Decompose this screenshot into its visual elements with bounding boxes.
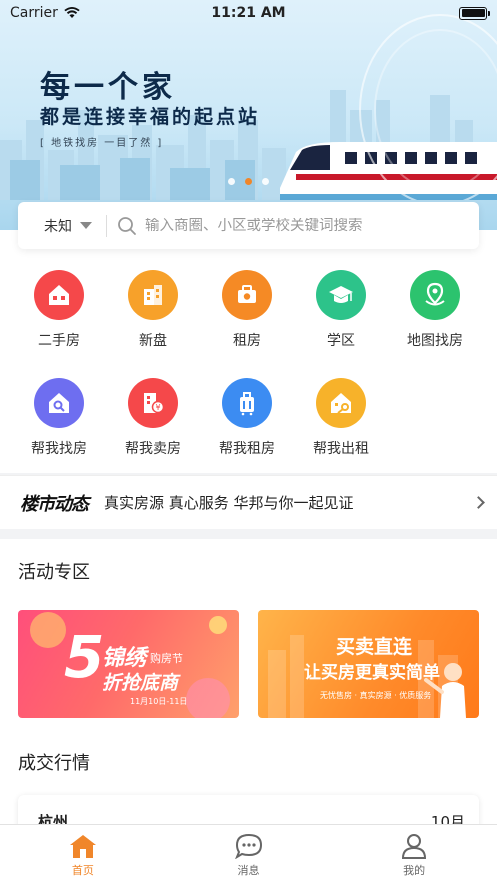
grid-label: 租房 — [233, 333, 261, 349]
tab-home[interactable]: 首页 — [0, 825, 166, 883]
carousel-dot-active[interactable] — [245, 178, 252, 185]
divider — [106, 214, 107, 237]
carousel-dot[interactable] — [228, 178, 235, 185]
city-label: 未知 — [44, 218, 72, 235]
hero-banner[interactable]: 每一个家 都是连接幸福的起点站 [ 地铁找房 一目了然 ] — [0, 0, 497, 230]
user-icon — [402, 834, 427, 859]
building-yen-icon: ¥ — [128, 378, 178, 428]
grid-label: 学区 — [327, 333, 355, 349]
grid-label: 新盘 — [139, 333, 167, 349]
light-ring-decoration — [359, 14, 497, 200]
grid-label: 帮我出租 — [313, 441, 369, 457]
city-selector[interactable]: 未知 — [44, 216, 92, 236]
grid-item-rent[interactable]: 租房 — [200, 270, 294, 350]
grid-item-help-rent[interactable]: 帮我租房 — [200, 378, 294, 458]
search-bar[interactable]: 未知 — [18, 202, 479, 249]
message-icon — [234, 833, 262, 859]
svg-text:¥: ¥ — [155, 403, 160, 412]
home-icon — [69, 835, 96, 858]
promo-features: 无忧售房 · 真实房源 · 优质服务 — [320, 691, 432, 700]
banner-title: 每一个家 — [40, 70, 176, 105]
promo-title: 买卖直连 — [336, 636, 413, 658]
tab-bar: 首页 消息 我的 — [0, 824, 497, 883]
suitcase-icon — [222, 270, 272, 320]
search-icon — [118, 216, 136, 235]
grid-item-school-district[interactable]: 学区 — [294, 270, 388, 350]
activity-section: 活动专区 5 锦绣 购房节 折抢底商 11月10日-11日 买卖直连 让买房更真… — [0, 539, 497, 824]
promo-banner-direct-sale[interactable]: 买卖直连 让买房更真实简单 无忧售房 · 真实房源 · 优质服务 — [258, 610, 479, 718]
market-news-bar[interactable]: 楼市动态 真实房源 真心服务 华邦与你一起见证 — [0, 475, 497, 529]
grid-item-help-sell[interactable]: ¥ 帮我卖房 — [106, 378, 200, 458]
grid-label: 帮我租房 — [219, 441, 275, 457]
status-time: 11:21 AM — [211, 5, 286, 21]
tab-label: 消息 — [237, 864, 260, 877]
banner-tagline: [ 地铁找房 一目了然 ] — [40, 138, 164, 149]
news-logo: 楼市动态 — [20, 493, 89, 515]
tab-profile[interactable]: 我的 — [331, 825, 497, 883]
activity-title: 活动专区 — [18, 562, 90, 583]
building-icon — [128, 270, 178, 320]
luggage-icon — [222, 378, 272, 428]
service-grid: 二手房 新盘 租房 学区 地图找房 帮我找房 ¥ 帮我卖房 帮我租房 帮我出租 — [0, 270, 497, 458]
promo-banner-shopping-festival[interactable]: 5 锦绣 购房节 折抢底商 11月10日-11日 — [18, 610, 239, 718]
grid-item-help-lease[interactable]: 帮我出租 — [294, 378, 388, 458]
battery-icon — [459, 6, 490, 20]
grid-label: 帮我卖房 — [125, 441, 181, 457]
deals-title: 成交行情 — [18, 753, 90, 774]
house-search-icon — [34, 378, 84, 428]
grid-item-second-hand[interactable]: 二手房 — [12, 270, 106, 350]
graduation-cap-icon — [316, 270, 366, 320]
grid-label: 地图找房 — [407, 333, 463, 349]
tab-messages[interactable]: 消息 — [166, 825, 332, 883]
house-icon — [34, 270, 84, 320]
tab-label: 我的 — [403, 864, 426, 877]
promo-discount: 折抢底商 — [102, 672, 179, 694]
grid-label: 帮我找房 — [31, 441, 87, 457]
grid-item-new-homes[interactable]: 新盘 — [106, 270, 200, 350]
carousel-dot[interactable] — [262, 178, 269, 185]
carousel-indicator[interactable] — [0, 178, 497, 185]
promo-date: 11月10日-11日 — [130, 697, 188, 706]
dropdown-caret-icon — [80, 222, 92, 229]
tab-label: 首页 — [71, 864, 94, 877]
grid-label: 二手房 — [38, 333, 80, 349]
promo-number: 5 — [64, 623, 105, 691]
grid-item-help-find[interactable]: 帮我找房 — [12, 378, 106, 458]
search-input[interactable] — [137, 217, 463, 234]
promo-subtitle: 让买房更真实简单 — [304, 663, 440, 683]
promo-subtitle: 购房节 — [150, 652, 183, 665]
banner-subtitle: 都是连接幸福的起点站 — [40, 106, 261, 128]
map-pin-icon — [410, 270, 460, 320]
house-key-icon — [316, 378, 366, 428]
news-headline[interactable]: 真实房源 真心服务 华邦与你一起见证 — [104, 492, 474, 513]
status-bar: Carrier 11:21 AM — [0, 0, 497, 26]
grid-item-map-search[interactable]: 地图找房 — [388, 270, 482, 350]
chevron-right-icon[interactable] — [472, 496, 485, 509]
